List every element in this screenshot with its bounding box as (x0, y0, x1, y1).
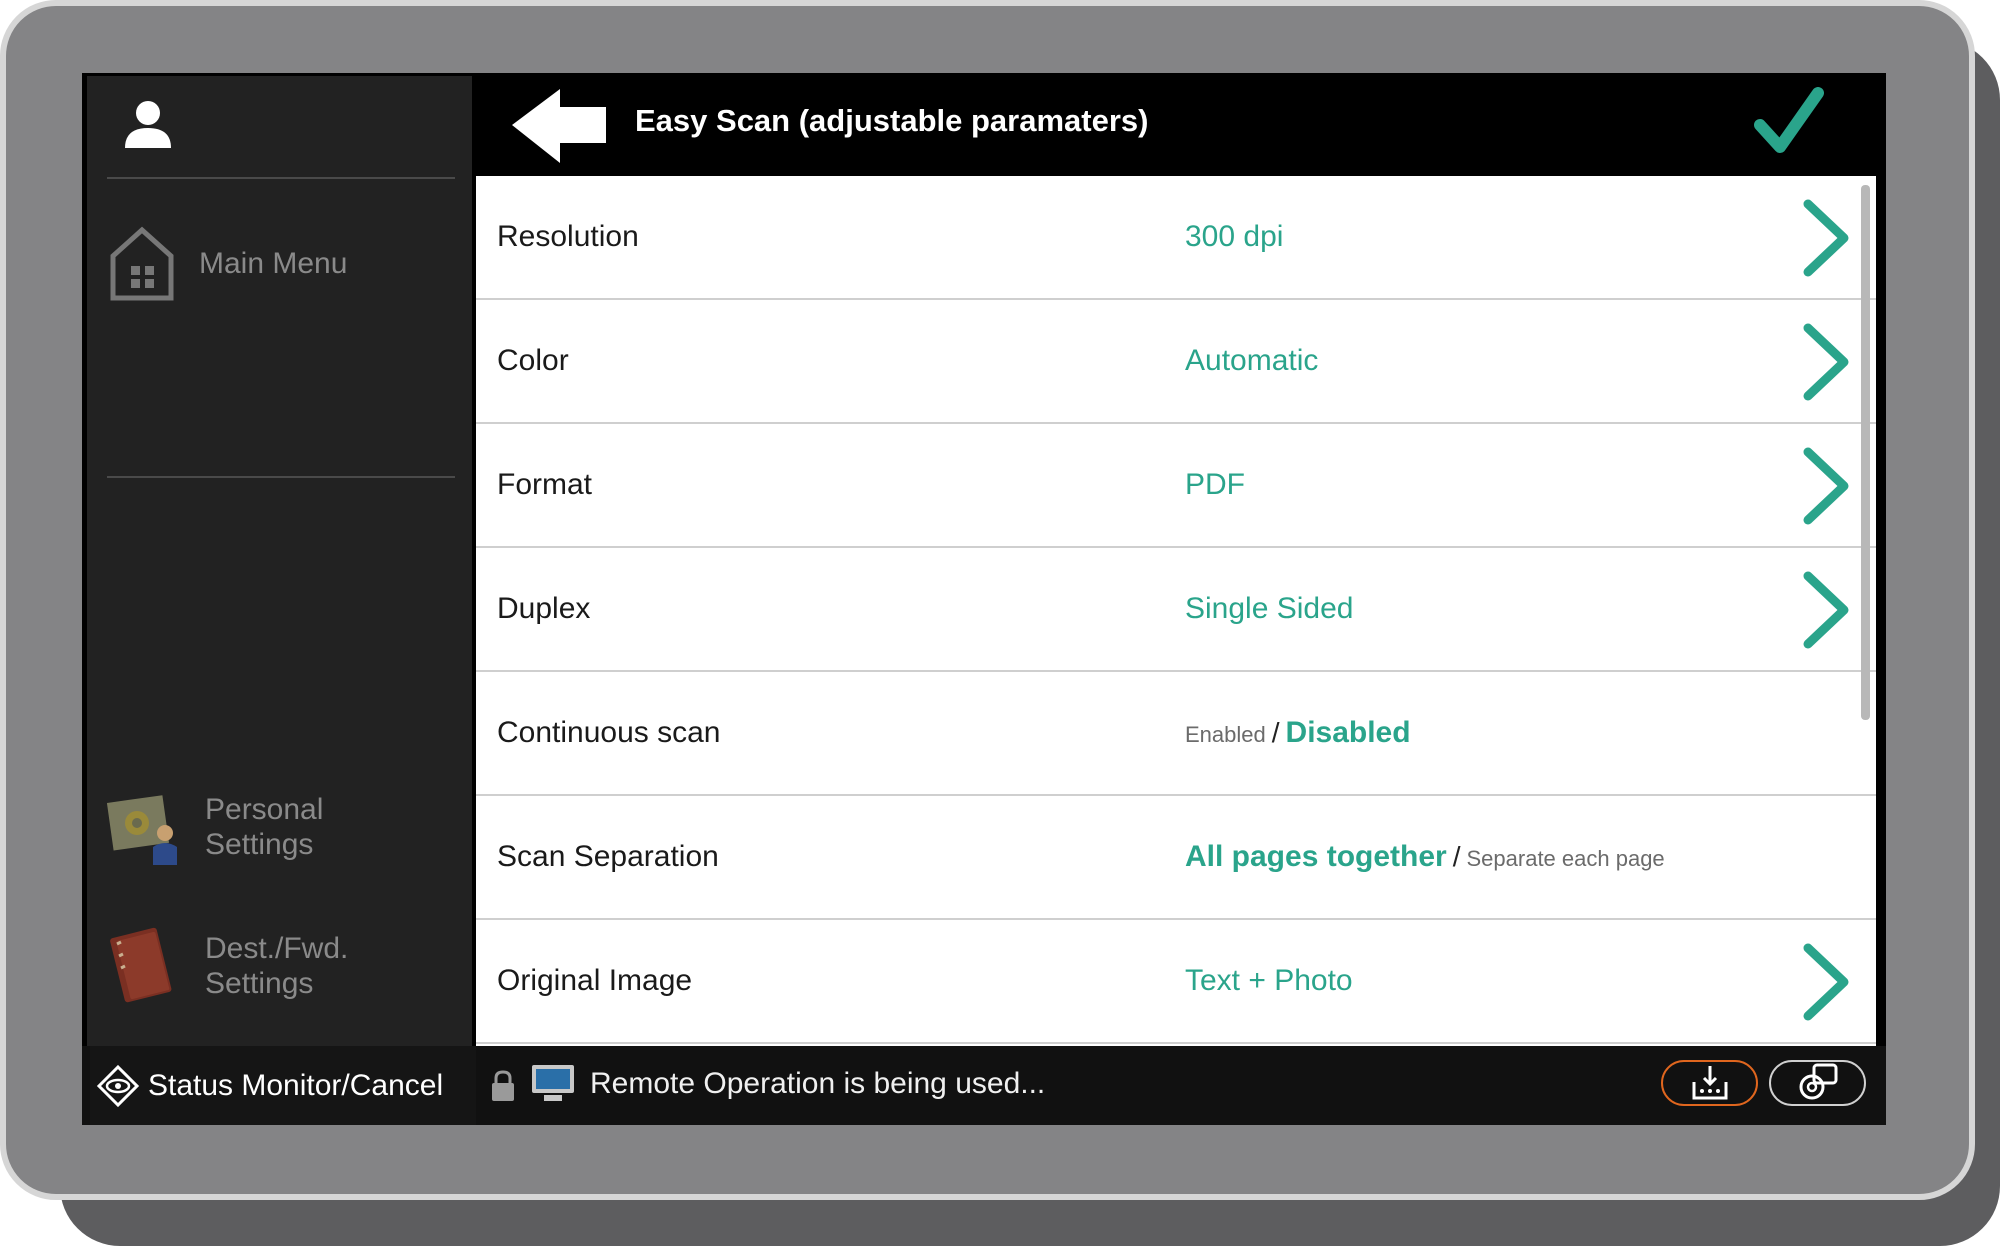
touch-screen: Main Menu Personal Settings Dest./Fwd. S… (82, 73, 1886, 1125)
lock-icon (492, 1070, 514, 1101)
dest-fwd-settings-label: Dest./Fwd. Settings (205, 931, 348, 1001)
setting-value: PDF (1185, 468, 1245, 501)
setting-label: Duplex (497, 592, 591, 625)
setting-value: Automatic (1185, 344, 1319, 377)
setting-value: 300 dpi (1185, 220, 1284, 253)
status-monitor-label: Status Monitor/Cancel (148, 1068, 444, 1102)
status-monitor-cancel-button[interactable]: Status Monitor/Cancel (90, 1046, 476, 1125)
sidebar-divider (107, 177, 455, 179)
setting-row-scan-separation[interactable]: Scan Separation All pages together / Separ… (476, 796, 1876, 920)
back-button[interactable] (510, 83, 610, 168)
setting-row-resolution[interactable]: Resolution 300 dpi (476, 176, 1876, 300)
back-arrow-icon (512, 89, 606, 163)
setting-value: Single Sided (1185, 592, 1354, 625)
settings-switch-button[interactable] (1769, 1060, 1866, 1106)
personal-settings-label-line2: Settings (205, 828, 314, 861)
dest-fwd-settings-label-line1: Dest./Fwd. (205, 932, 349, 965)
job-status-button[interactable] (1661, 1060, 1758, 1106)
option-separator: / (1452, 841, 1461, 872)
setting-label: Color (497, 344, 569, 377)
setting-label: Resolution (497, 220, 639, 253)
sidebar: Main Menu Personal Settings Dest./Fwd. S… (87, 76, 472, 1046)
setting-value: Text + Photo (1185, 964, 1353, 997)
chevron-right-icon (1803, 943, 1849, 1021)
job-status-icon (1692, 1066, 1727, 1100)
personal-settings-button[interactable]: Personal Settings (107, 789, 323, 865)
main-menu-button[interactable]: Main Menu (107, 224, 347, 302)
personal-settings-label-line1: Personal (205, 793, 324, 826)
option-enabled[interactable]: Enabled (1185, 722, 1266, 747)
remote-operation-message: Remote Operation is being used... (590, 1067, 1046, 1100)
confirm-button[interactable] (1754, 87, 1824, 157)
chevron-right-icon (1803, 323, 1849, 401)
user-button[interactable] (87, 76, 472, 177)
setting-label: Original Image (497, 964, 693, 997)
toggle-options: All pages together / Separate each page (1185, 840, 1665, 874)
address-book-icon (110, 927, 172, 1003)
setting-label: Format (497, 468, 593, 501)
settings-switch-icon (1799, 1063, 1837, 1100)
setting-label: Scan Separation (497, 840, 719, 873)
checkmark-icon (1754, 87, 1824, 153)
page-title: Easy Scan (adjustable paramaters) (635, 103, 1149, 138)
chevron-right-icon (1803, 571, 1849, 649)
home-icon (110, 226, 174, 301)
chevron-right-icon (1803, 199, 1849, 277)
status-monitor-icon (96, 1064, 140, 1107)
user-icon (125, 101, 171, 148)
setting-row-continuous-scan[interactable]: Continuous scan Enabled / Disabled (476, 672, 1876, 796)
option-all-pages-together-selected[interactable]: All pages together (1185, 840, 1447, 873)
chevron-right-icon (1803, 447, 1849, 525)
setting-row-original-image[interactable]: Original Image Text + Photo (476, 920, 1876, 1044)
scrollbar[interactable] (1861, 185, 1870, 720)
setting-row-color[interactable]: Color Automatic (476, 300, 1876, 424)
settings-list: Resolution 300 dpi Color Automatic Forma… (476, 176, 1876, 1046)
setting-label: Continuous scan (497, 716, 721, 749)
remote-monitor-icon (532, 1065, 574, 1101)
personal-settings-icon (107, 795, 177, 865)
option-disabled-selected[interactable]: Disabled (1286, 716, 1411, 749)
setting-row-duplex[interactable]: Duplex Single Sided (476, 548, 1876, 672)
sidebar-divider (107, 476, 455, 478)
option-separate-each-page[interactable]: Separate each page (1467, 846, 1665, 871)
dest-fwd-settings-label-line2: Settings (205, 967, 314, 1000)
option-separator: / (1271, 717, 1280, 748)
dest-fwd-settings-button[interactable]: Dest./Fwd. Settings (107, 926, 348, 1006)
setting-row-format[interactable]: Format PDF (476, 424, 1876, 548)
main-menu-label: Main Menu (199, 246, 348, 280)
personal-settings-label: Personal Settings (205, 792, 323, 862)
toggle-options: Enabled / Disabled (1185, 716, 1411, 750)
